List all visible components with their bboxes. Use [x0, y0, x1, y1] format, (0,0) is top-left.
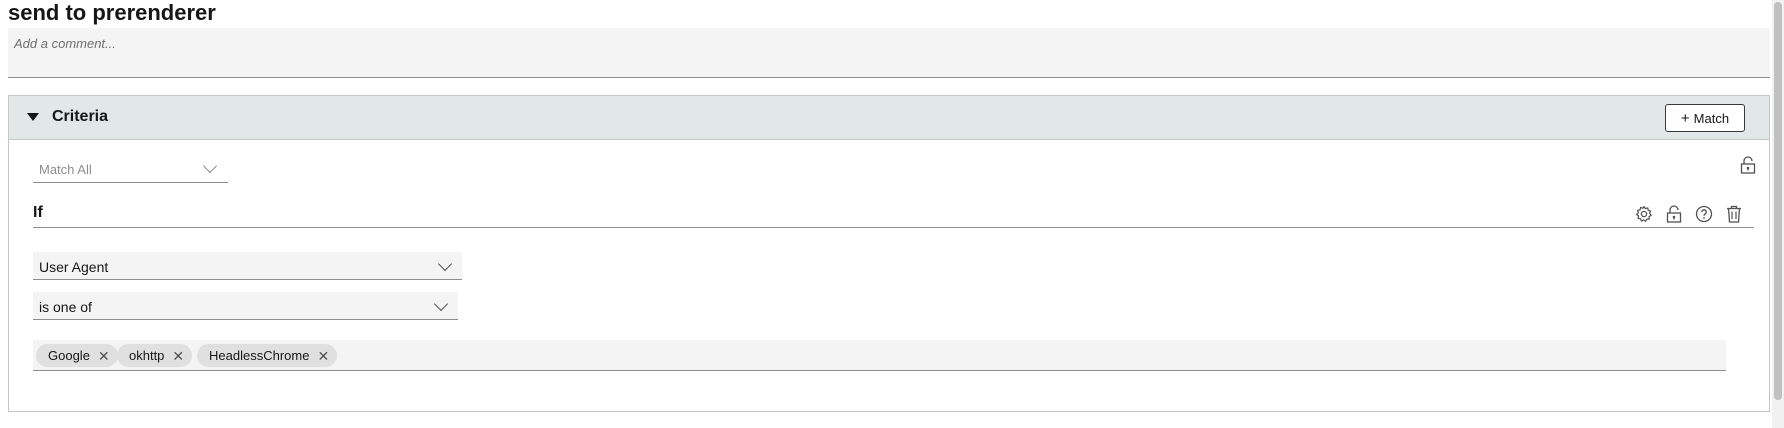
close-icon[interactable]: ✕ [98, 349, 110, 363]
add-match-button[interactable]: + Match [1665, 104, 1745, 132]
caret-down-icon[interactable] [27, 113, 39, 121]
match-mode-value: Match All [39, 162, 92, 177]
match-mode-select[interactable]: Match All [33, 158, 228, 183]
criteria-title: Criteria [52, 108, 109, 125]
chevron-down-icon [437, 256, 453, 272]
page: send to prerenderer Add a comment... Cri… [0, 0, 1784, 428]
scrollbar-thumb[interactable] [1774, 2, 1782, 400]
gear-icon[interactable] [1634, 204, 1654, 224]
page-title: send to prerenderer [8, 0, 216, 25]
value-tag: okhttp ✕ [117, 344, 193, 367]
value-tag-label: Google [48, 348, 90, 363]
trash-icon[interactable] [1724, 204, 1744, 224]
field-select-value: User Agent [39, 259, 109, 275]
unlock-icon[interactable] [1738, 155, 1758, 175]
criteria-panel: Criteria + Match Match All If User Agent… [8, 95, 1770, 412]
scrollbar[interactable] [1772, 0, 1784, 428]
value-tag: Google ✕ [36, 344, 118, 367]
chevron-down-icon [202, 158, 218, 174]
unlock-icon[interactable] [1664, 204, 1684, 224]
help-icon[interactable] [1694, 204, 1714, 224]
comment-field[interactable]: Add a comment... [8, 28, 1770, 78]
plus-icon: + [1680, 109, 1690, 127]
condition-header: If [33, 204, 1754, 228]
value-tag-label: okhttp [129, 348, 165, 363]
chevron-down-icon [433, 296, 449, 312]
value-tag: HeadlessChrome ✕ [197, 344, 338, 367]
add-match-label: Match [1693, 110, 1730, 126]
close-icon[interactable]: ✕ [172, 349, 184, 363]
close-icon[interactable]: ✕ [317, 349, 329, 363]
values-tag-input[interactable]: Google ✕ okhttp ✕ HeadlessChrome ✕ [33, 340, 1726, 371]
value-tag-label: HeadlessChrome [209, 348, 310, 363]
criteria-header[interactable]: Criteria + Match [9, 96, 1769, 140]
operator-select-value: is one of [39, 299, 92, 315]
condition-label: If [33, 204, 43, 221]
field-select[interactable]: User Agent [33, 252, 462, 280]
comment-placeholder: Add a comment... [14, 36, 116, 51]
operator-select[interactable]: is one of [33, 292, 458, 320]
